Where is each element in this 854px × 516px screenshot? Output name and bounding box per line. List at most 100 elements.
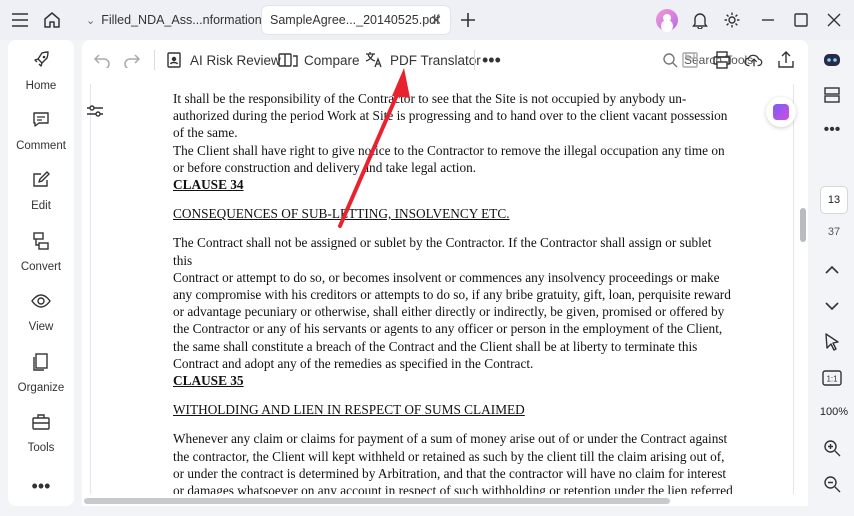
edit-icon xyxy=(29,168,53,192)
pdf-translator-button[interactable]: PDF Translator xyxy=(364,48,481,72)
text-line: or under the contract is determined by A… xyxy=(173,465,727,481)
redo-button[interactable] xyxy=(122,48,148,72)
more-horizontal-icon: ••• xyxy=(31,476,51,496)
sidebar-item-view[interactable]: View xyxy=(8,289,74,343)
sidebar-item-edit[interactable]: Edit xyxy=(8,168,74,222)
clause-heading: CLAUSE 35 xyxy=(173,373,244,389)
ai-assistant-button[interactable] xyxy=(766,97,796,127)
more-horizontal-icon[interactable]: ••• xyxy=(820,118,844,142)
sidebar-item-label: Edit xyxy=(31,200,51,212)
page-up-icon[interactable] xyxy=(820,258,844,282)
text-line: It shall be the responsibility of the Co… xyxy=(173,91,687,106)
more-tools-button[interactable]: ••• xyxy=(482,48,501,72)
ai-chat-icon[interactable] xyxy=(820,48,844,72)
cloud-upload-button[interactable] xyxy=(744,48,770,72)
new-tab-icon[interactable] xyxy=(456,8,480,32)
sidebar-item-label: Convert xyxy=(20,261,62,273)
tab-label: Filled_NDA_Ass...nformation.pdf xyxy=(101,13,283,27)
ai-assistant-icon xyxy=(773,104,789,120)
clause-title: CONSEQUENCES OF SUB-LETTING, INSOLVENCY … xyxy=(173,206,510,222)
zoom-in-icon[interactable] xyxy=(820,436,844,460)
text-line: of the same. xyxy=(173,125,238,141)
redo-icon xyxy=(122,50,142,70)
svg-text:1:1: 1:1 xyxy=(826,375,838,384)
title-bar: ⌄ Filled_NDA_Ass...nformation.pdf Sample… xyxy=(0,0,854,40)
actual-size-icon[interactable]: 1:1 xyxy=(820,366,844,390)
compare-icon xyxy=(278,50,298,70)
toolbar-divider xyxy=(154,50,155,70)
ai-risk-review-button[interactable]: AI Risk Review xyxy=(164,48,281,72)
search-tools-box[interactable]: Search Tools xyxy=(662,48,753,72)
page-down-icon[interactable] xyxy=(820,294,844,318)
home-icon[interactable] xyxy=(40,8,64,32)
sidebar-item-label: Tools xyxy=(27,442,55,454)
gear-icon[interactable] xyxy=(720,8,744,32)
menu-icon[interactable] xyxy=(8,8,32,32)
sidebar-more-button[interactable]: ••• xyxy=(8,476,74,496)
sidebar-item-tools[interactable]: Tools xyxy=(8,410,74,464)
sidebar-item-label: Organize xyxy=(17,382,65,394)
compare-button[interactable]: Compare xyxy=(278,48,360,72)
clause-heading: CLAUSE 34 xyxy=(173,177,244,193)
sidebar-item-comment[interactable]: Comment xyxy=(8,108,74,162)
cloud-upload-icon xyxy=(744,50,764,70)
total-pages: 37 xyxy=(827,226,841,238)
sidebar-item-label: Home xyxy=(25,80,57,92)
undo-icon xyxy=(92,50,112,70)
minimize-icon[interactable] xyxy=(756,8,780,32)
sidebar-item-organize[interactable]: Organize xyxy=(8,350,74,404)
translate-icon xyxy=(364,50,384,70)
tab-filled-nda[interactable]: ⌄ Filled_NDA_Ass...nformation.pdf xyxy=(78,6,283,34)
zoom-out-icon[interactable] xyxy=(820,472,844,496)
save-icon xyxy=(680,50,700,70)
tab-sample-agreement[interactable]: SampleAgree..._20140525.pdf ✕ xyxy=(262,6,450,34)
more-horizontal-icon: ••• xyxy=(482,49,501,70)
undo-button[interactable] xyxy=(92,48,118,72)
rocket-icon xyxy=(29,48,53,72)
toolbar: AI Risk Review Compare PDF Translator ••… xyxy=(82,40,808,80)
text-line: authorized during the period Work at Sit… xyxy=(173,108,728,124)
sidebar-item-convert[interactable]: Convert xyxy=(8,229,74,283)
left-sidebar: Home Comment Edit Convert View Organize … xyxy=(8,40,74,506)
print-button[interactable] xyxy=(712,48,738,72)
text-line: or before construction and delivery and … xyxy=(173,159,477,175)
toolbar-divider xyxy=(474,50,475,70)
properties-panel-button[interactable] xyxy=(84,100,106,122)
text-line: the Contractor or any of his servants or… xyxy=(173,321,723,337)
convert-icon xyxy=(29,229,53,253)
ai-review-icon xyxy=(164,50,184,70)
sidebar-item-label: View xyxy=(28,321,54,333)
tab-label: SampleAgree..._20140525.pdf xyxy=(270,13,440,27)
vertical-scrollbar-thumb[interactable] xyxy=(800,208,806,242)
avatar[interactable] xyxy=(656,9,678,31)
share-button[interactable] xyxy=(776,48,802,72)
maximize-icon[interactable] xyxy=(789,8,813,32)
zoom-level[interactable]: 100% xyxy=(816,406,852,418)
layout-panels-icon[interactable] xyxy=(820,83,844,107)
print-icon xyxy=(712,50,732,70)
right-panel: ••• 1:1 xyxy=(810,40,854,516)
scrollbar-thumb[interactable] xyxy=(84,498,670,504)
current-page-input[interactable]: 13 xyxy=(820,186,848,214)
select-cursor-icon[interactable] xyxy=(820,330,844,354)
page-text: It shall be the responsibility of the Co… xyxy=(173,90,733,494)
text-line: Whenever any claim or claims for payment… xyxy=(173,431,728,447)
horizontal-scrollbar[interactable] xyxy=(82,496,808,506)
text-line: The Client shall have right to give noti… xyxy=(173,142,725,158)
pdf-translator-label: PDF Translator xyxy=(390,52,481,68)
search-icon xyxy=(663,53,678,68)
text-line: The Contract shall not be assigned or su… xyxy=(173,235,712,268)
toolbox-icon xyxy=(29,410,53,434)
save-button[interactable] xyxy=(680,48,706,72)
close-tab-icon[interactable]: ✕ xyxy=(430,12,442,29)
bell-icon[interactable] xyxy=(688,8,712,32)
text-line: or advantage pecuniary or otherwise, sha… xyxy=(173,304,725,320)
sliders-icon xyxy=(87,105,103,117)
pdf-page: It shall be the responsibility of the Co… xyxy=(90,84,794,494)
text-line: the same shall constitute a breach of th… xyxy=(173,338,698,354)
close-window-icon[interactable] xyxy=(822,8,846,32)
document-area: It shall be the responsibility of the Co… xyxy=(82,80,808,506)
chevron-down-icon: ⌄ xyxy=(86,14,96,27)
sidebar-item-home[interactable]: Home xyxy=(8,48,74,102)
comment-icon xyxy=(29,108,53,132)
